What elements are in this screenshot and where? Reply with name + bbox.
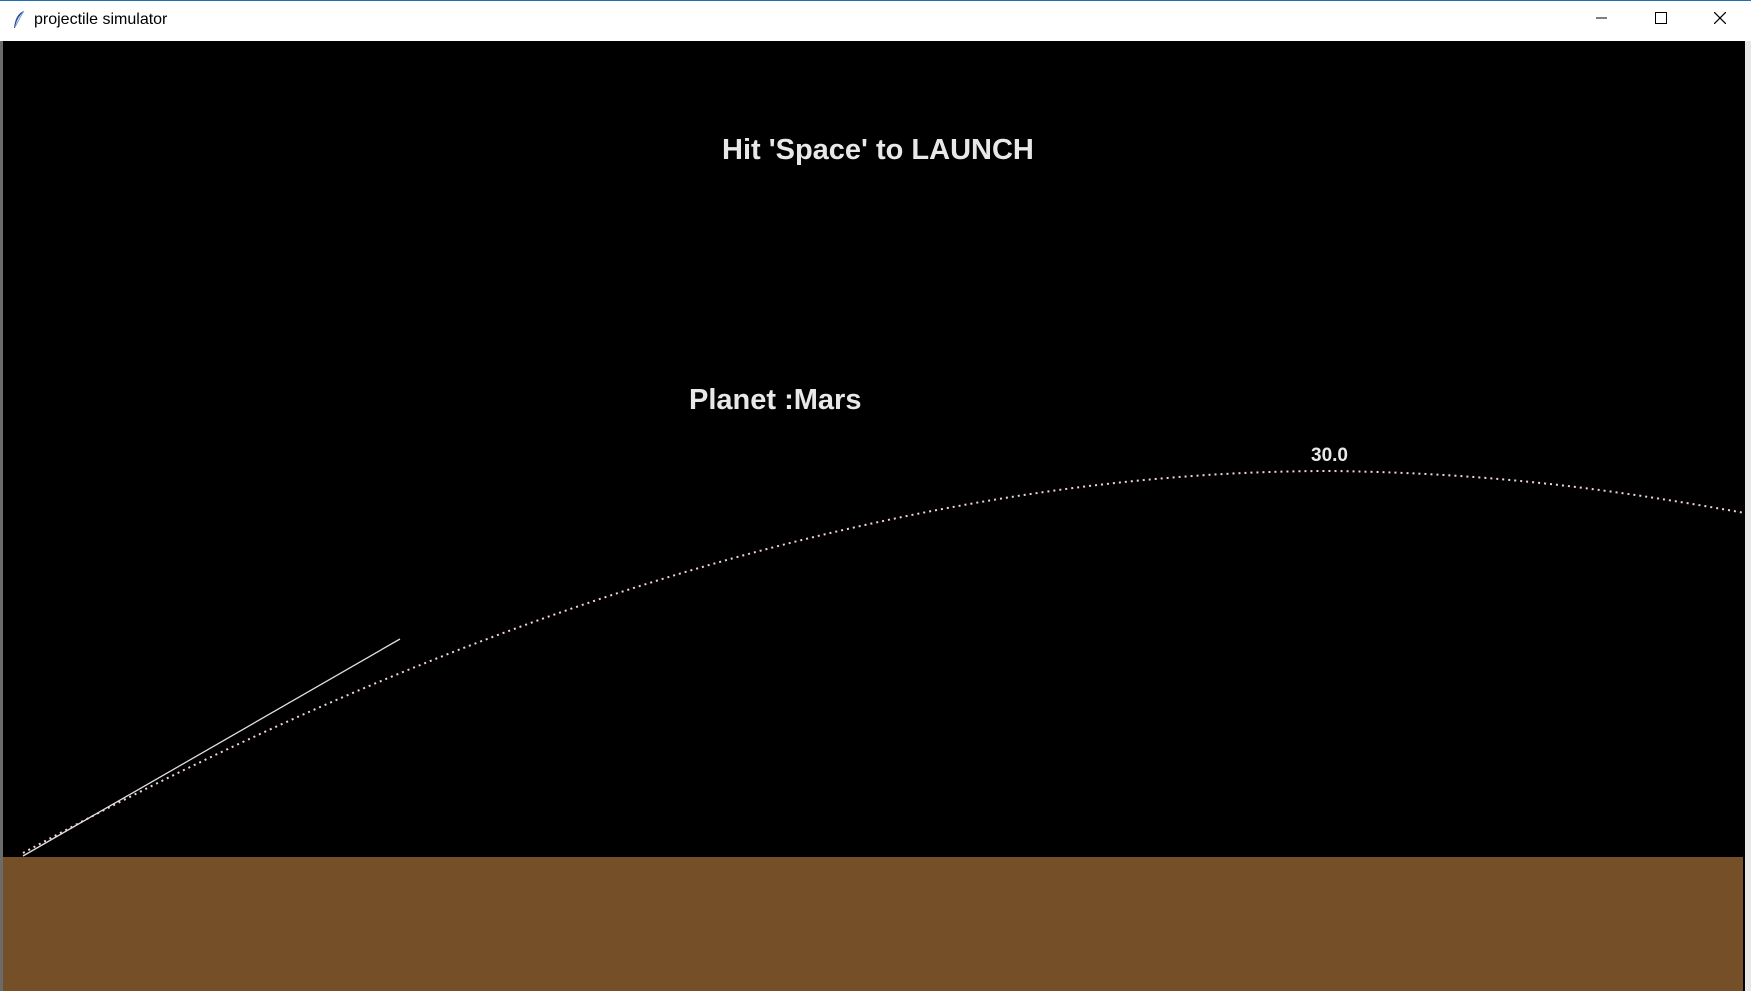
app-window: projectile simulator Hit 'Space' to LAUN…: [0, 0, 1751, 991]
window-right-border: [1745, 41, 1751, 991]
maximize-icon: [1655, 11, 1667, 29]
title-bar[interactable]: projectile simulator: [0, 1, 1751, 41]
close-icon: [1713, 11, 1727, 29]
close-button[interactable]: [1691, 1, 1749, 39]
maximize-button[interactable]: [1632, 1, 1690, 39]
planet-label: Planet :Mars: [689, 384, 862, 416]
simulation-canvas[interactable]: [3, 41, 1745, 991]
ground: [3, 857, 1743, 991]
window-title: projectile simulator: [34, 11, 168, 28]
feather-icon: [12, 10, 26, 30]
minimize-icon: [1596, 11, 1608, 29]
apex-height-label: 30.0: [1311, 445, 1348, 466]
launch-instruction: Hit 'Space' to LAUNCH: [722, 134, 1034, 166]
minimize-button[interactable]: [1573, 1, 1631, 39]
